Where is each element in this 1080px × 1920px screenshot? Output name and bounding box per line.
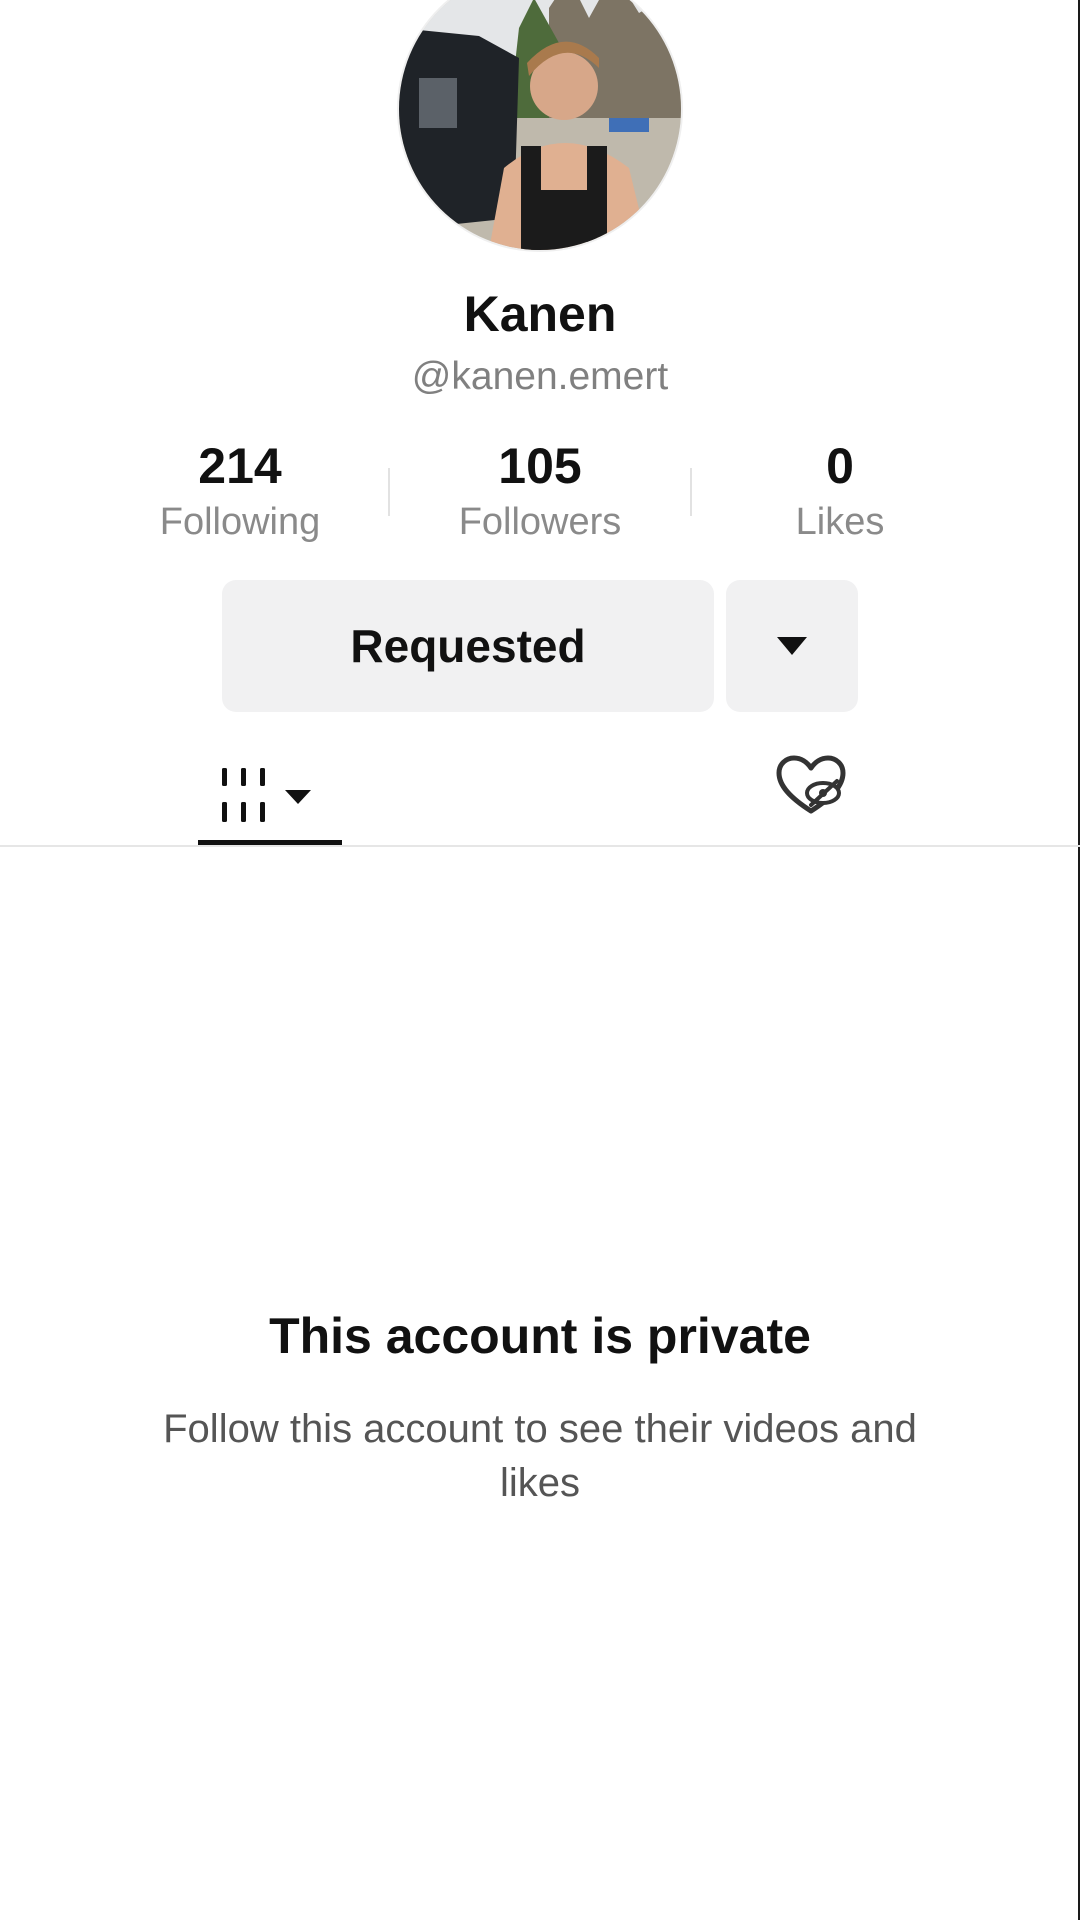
profile-name: Kanen <box>463 286 617 342</box>
tab-videos[interactable] <box>198 746 342 846</box>
followers-count: 105 <box>498 438 582 494</box>
caret-down-icon <box>777 637 807 655</box>
followers-label: Followers <box>458 501 622 543</box>
stat-divider <box>690 468 692 516</box>
profile-handle: @kanen.emert <box>411 355 669 398</box>
tab-liked[interactable] <box>766 746 856 826</box>
private-account-description: Follow this account to see their videos … <box>163 1407 917 1505</box>
stat-followers[interactable]: 105 Followers <box>400 434 680 548</box>
private-account-title: This account is private <box>269 1308 811 1364</box>
avatar[interactable] <box>399 0 681 250</box>
stat-following[interactable]: 214 Following <box>100 434 380 548</box>
tabs-divider <box>0 845 1080 847</box>
likes-label: Likes <box>795 501 885 543</box>
following-count: 214 <box>198 438 282 494</box>
liked-hidden-icon <box>776 755 846 814</box>
avatar-photo <box>399 0 681 250</box>
stat-divider <box>388 468 390 516</box>
video-grid-icon <box>222 768 311 822</box>
requested-button[interactable]: Requested <box>222 580 714 712</box>
following-label: Following <box>159 501 321 543</box>
stat-likes[interactable]: 0 Likes <box>700 434 980 548</box>
more-options-button[interactable] <box>726 580 858 712</box>
likes-count: 0 <box>826 438 854 494</box>
